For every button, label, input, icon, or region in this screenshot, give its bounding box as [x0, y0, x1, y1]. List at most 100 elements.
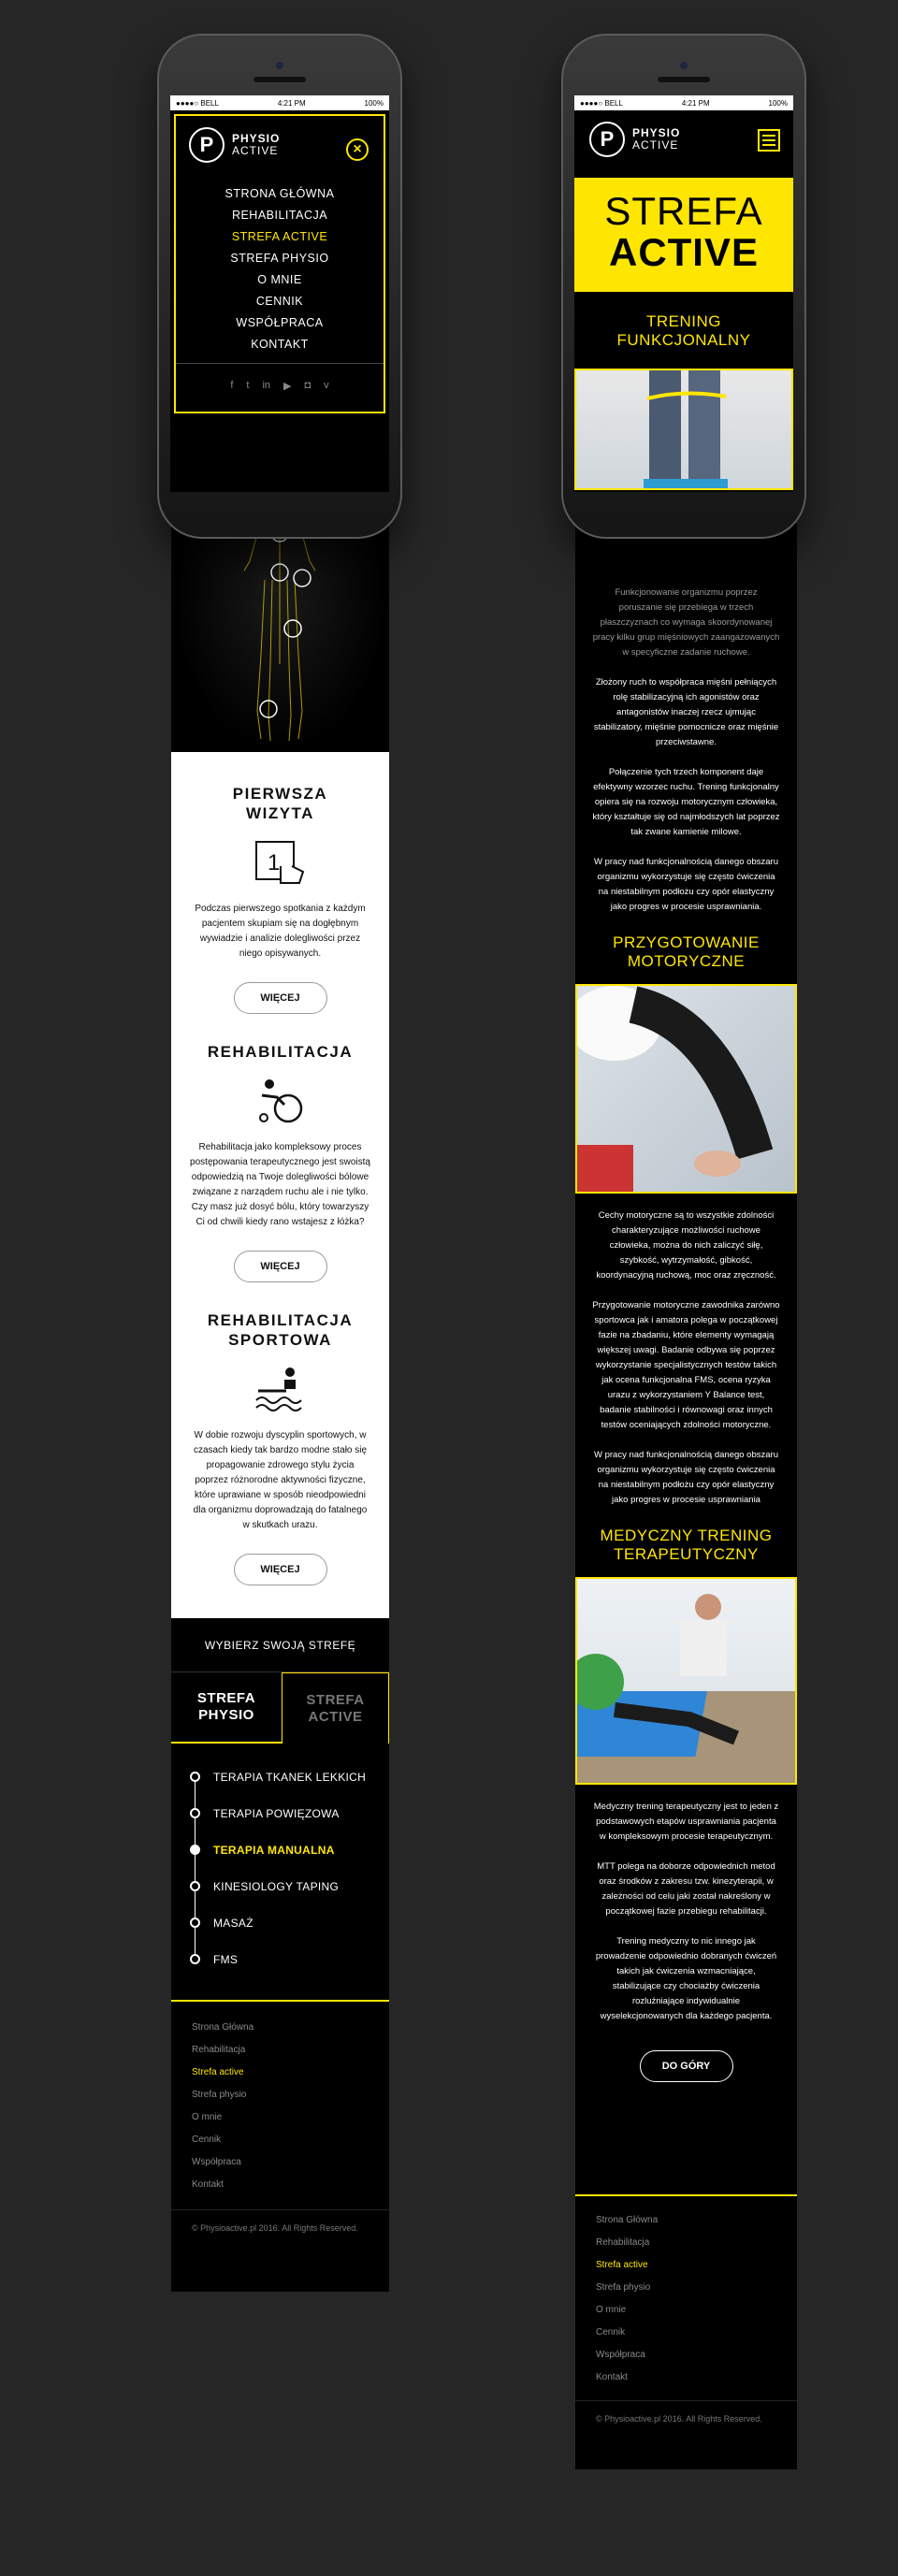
timeline-item[interactable]: TERAPIA POWIĘZOWA — [190, 1795, 377, 1831]
timeline-dot-icon — [190, 1772, 200, 1782]
service-description: W dobie rozwoju dyscyplin sportowych, w … — [193, 1430, 368, 1530]
timeline-item[interactable]: TERAPIA TKANEK LEKKICH — [190, 1758, 377, 1795]
timeline-item[interactable]: FMS — [190, 1941, 377, 1977]
section-paragraph: MTT polega na doborze odpowiednich metod… — [597, 1861, 775, 1917]
footer-link[interactable]: Strefa active — [192, 2062, 389, 2084]
section-paragraph: Funkcjonowanie organizmu poprzez porusza… — [592, 587, 780, 658]
section-paragraph: W pracy nad funkcjonalnością danego obsz… — [594, 857, 778, 912]
footer-link[interactable]: Strefa active — [596, 2254, 797, 2277]
timeline-label: MASAŻ — [213, 1916, 253, 1930]
service-description: Podczas pierwszego spotkania z każdym pa… — [195, 904, 366, 959]
footer-link[interactable]: Współpraca — [596, 2344, 797, 2366]
footer-link[interactable]: Rehabilitacja — [192, 2039, 389, 2062]
footer-link[interactable]: Strefa physio — [596, 2277, 797, 2299]
facebook-icon[interactable]: f — [230, 380, 233, 392]
footer-link[interactable]: Kontakt — [596, 2366, 797, 2389]
logo-line2: ACTIVE — [632, 138, 679, 152]
hamburger-menu-icon[interactable] — [758, 129, 780, 152]
right-footer: Strona Główna Rehabilitacja Strefa active S… — [575, 2194, 797, 2469]
swimmer-icon — [190, 1365, 370, 1415]
timeline-dot-icon — [190, 1808, 200, 1818]
footer-link[interactable]: O mnie — [596, 2299, 797, 2322]
timeline-label: KINESIOLOGY TAPING — [213, 1879, 340, 1893]
more-button[interactable]: WIĘCEJ — [233, 982, 327, 1014]
nav-item-6[interactable]: WSPÓŁPRACA — [176, 312, 384, 334]
section-paragraph: Połączenie tych trzech komponent daje ef… — [592, 767, 780, 837]
tab-strefa-active[interactable]: STREFA ACTIVE — [282, 1672, 389, 1744]
tab-strefa-physio[interactable]: STREFA PHYSIO — [171, 1672, 282, 1742]
nav-item-0[interactable]: STRONA GŁÓWNA — [176, 183, 384, 205]
nav-item-2[interactable]: STREFA ACTIVE — [176, 226, 384, 248]
right-phone-screen: ●●●●○ BELL 4:21 PM 100% P PHYSIO ACTIVE S… — [574, 95, 793, 492]
logo-mark-icon: P — [189, 127, 224, 163]
footer-link[interactable]: Strona Główna — [596, 2209, 797, 2232]
timeline-line — [195, 1775, 196, 1959]
nav-item-4[interactable]: O MNIE — [176, 269, 384, 291]
nav-menu: STRONA GŁÓWNA REHABILITACJA STREFA ACTIVE S… — [176, 183, 384, 355]
timeline-item[interactable]: MASAŻ — [190, 1904, 377, 1941]
timeline-item[interactable]: TERAPIA MANUALNA — [190, 1831, 377, 1868]
instagram-icon[interactable]: ◘ — [305, 380, 311, 392]
medical-training-photo — [575, 1577, 797, 1785]
status-bar: ●●●●○ BELL 4:21 PM 100% — [574, 95, 793, 110]
carrier-label: ●●●●○ BELL — [176, 98, 219, 108]
battery-label: 100% — [364, 98, 384, 108]
youtube-icon[interactable]: ▶ — [283, 380, 291, 392]
motor-prep-photo — [575, 984, 797, 1194]
footer-link[interactable]: Strefa physio — [192, 2084, 389, 2106]
footer-link[interactable]: Kontakt — [192, 2174, 389, 2196]
service-title: PIERWSZA WIZYTA — [232, 785, 328, 822]
footer-link[interactable]: O mnie — [192, 2106, 389, 2129]
section-paragraph: Złożony ruch to współpraca mięśni pełnią… — [593, 677, 779, 747]
timeline-label: TERAPIA MANUALNA — [213, 1843, 335, 1857]
logo[interactable]: P PHYSIO ACTIVE — [589, 122, 680, 157]
logo-line2: ACTIVE — [232, 144, 279, 157]
section-paragraph: Cechy motoryczne są to wszystkie zdolnoś… — [596, 1210, 776, 1281]
footer-link[interactable]: Cennik — [192, 2129, 389, 2151]
medical-training-image — [577, 1594, 795, 1783]
service-description: Rehabilitacja jako kompleksowy proces po… — [190, 1142, 370, 1227]
footer-link[interactable]: Rehabilitacja — [596, 2232, 797, 2254]
copyright: © Physioactive.pl 2016. All Rights Reser… — [596, 2414, 762, 2424]
logo-mark-icon: P — [589, 122, 625, 157]
services-section: PIERWSZA WIZYTA 1 Podczas pierwszego spotk… — [171, 752, 389, 1618]
more-button[interactable]: WIĘCEJ — [233, 1554, 327, 1585]
close-icon[interactable]: × — [346, 138, 369, 161]
nav-item-5[interactable]: CENNIK — [176, 291, 384, 312]
twitter-icon[interactable]: t — [246, 380, 249, 392]
nav-item-1[interactable]: REHABILITACJA — [176, 205, 384, 226]
legs-training-image — [644, 370, 728, 488]
social-row: f t in ▶ ◘ v — [176, 380, 384, 392]
body-figure-area — [171, 523, 389, 752]
footer-link[interactable]: Strona Główna — [192, 2017, 389, 2039]
timeline-label: FMS — [213, 1952, 239, 1966]
nav-item-3[interactable]: STREFA PHYSIO — [176, 248, 384, 269]
left-phone: ●●●●○ BELL 4:21 PM 100% P PHYSIO ACTIVE ×… — [157, 34, 402, 539]
training-photo — [574, 369, 793, 490]
timeline-item[interactable]: KINESIOLOGY TAPING — [190, 1868, 377, 1904]
zone-tabs: STREFA PHYSIO STREFA ACTIVE — [171, 1672, 389, 1744]
footer-link[interactable]: Współpraca — [192, 2151, 389, 2174]
service-card-1: REHABILITACJA Rehabilitacja jako kompleks… — [171, 1014, 389, 1282]
time-label: 4:21 PM — [681, 98, 710, 108]
logo[interactable]: P PHYSIO ACTIVE — [189, 127, 280, 163]
hero-line1: STREFA — [604, 189, 763, 233]
section-paragraph: W pracy nad funkcjonalnością danego obsz… — [594, 1450, 778, 1505]
left-phone-screen: ●●●●○ BELL 4:21 PM 100% P PHYSIO ACTIVE ×… — [170, 95, 389, 492]
timeline-dot-icon — [190, 1845, 200, 1855]
right-phone: ●●●●○ BELL 4:21 PM 100% P PHYSIO ACTIVE S… — [561, 34, 806, 539]
back-to-top-button[interactable]: DO GÓRY — [639, 2050, 733, 2082]
timeline-dot-icon — [190, 1918, 200, 1928]
timeline-dot-icon — [190, 1954, 200, 1964]
section-paragraph: Medyczny trening terapeutyczny jest to j… — [593, 1802, 779, 1842]
timeline-label: TERAPIA TKANEK LEKKICH — [213, 1770, 367, 1784]
timeline-dot-icon — [190, 1881, 200, 1891]
linkedin-icon[interactable]: in — [262, 380, 270, 392]
left-footer: Strona Główna Rehabilitacja Strefa active S… — [171, 2000, 389, 2292]
right-content: Funkcjonowanie organizmu poprzez porusza… — [575, 578, 797, 2082]
anatomy-figure-icon — [243, 523, 316, 742]
vine-icon[interactable]: v — [324, 380, 329, 392]
more-button[interactable]: WIĘCEJ — [233, 1251, 327, 1282]
footer-link[interactable]: Cennik — [596, 2322, 797, 2344]
nav-item-7[interactable]: KONTAKT — [176, 334, 384, 355]
